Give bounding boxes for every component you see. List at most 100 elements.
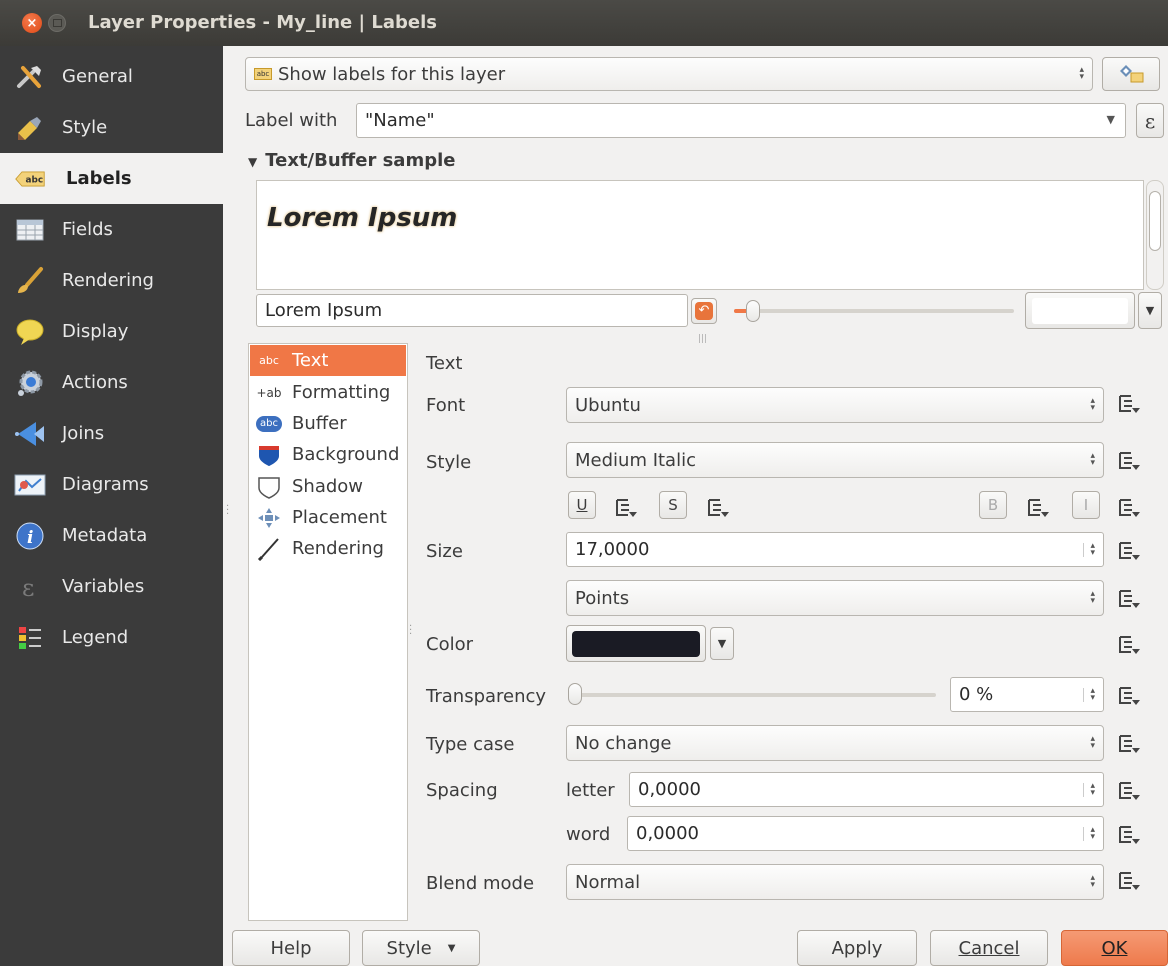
data-defined-override-icon[interactable]: [1026, 497, 1050, 519]
size-spinbox[interactable]: 17,0000 ▴ ▾: [566, 532, 1104, 567]
color-menu-button[interactable]: ▼: [1138, 292, 1162, 329]
data-defined-override-icon[interactable]: [1117, 634, 1141, 656]
style-menu-button[interactable]: Style ▼: [362, 930, 480, 966]
sidebar-item-diagrams[interactable]: Diagrams: [0, 459, 223, 510]
tab-text[interactable]: abc Text: [250, 345, 406, 376]
data-defined-override-icon[interactable]: [1117, 497, 1141, 519]
label-with-field[interactable]: "Name" ▼: [356, 103, 1126, 138]
bold-icon: B: [987, 496, 999, 514]
spin-arrows-icon[interactable]: ▴ ▾: [1083, 541, 1095, 557]
style-select[interactable]: Medium Italic ▴ ▾: [566, 442, 1104, 478]
slider-track: [734, 309, 1014, 313]
close-window-button[interactable]: ×: [22, 13, 42, 33]
splitter-grip[interactable]: |||: [698, 334, 707, 344]
sidebar-item-legend[interactable]: Legend: [0, 612, 223, 663]
blend-mode-label: Blend mode: [426, 873, 535, 894]
sample-text-input[interactable]: Lorem Ipsum: [256, 294, 688, 327]
size-unit-select[interactable]: Points ▴ ▾: [566, 580, 1104, 616]
data-defined-override-icon[interactable]: [1117, 540, 1141, 562]
sidebar-item-label: Actions: [62, 372, 128, 393]
data-defined-override-icon[interactable]: [1117, 450, 1141, 472]
sidebar-item-label: General: [62, 66, 133, 87]
letter-spacing-spinbox[interactable]: 0,0000 ▴ ▾: [629, 772, 1104, 807]
apply-button[interactable]: Apply: [797, 930, 917, 966]
sidebar-item-joins[interactable]: Joins: [0, 408, 223, 459]
combo-arrows-icon: ▴ ▾: [1090, 451, 1095, 468]
sidebar-item-general[interactable]: General: [0, 51, 223, 102]
italic-button[interactable]: I: [1072, 491, 1100, 519]
underline-button[interactable]: U: [568, 491, 596, 519]
transparency-slider[interactable]: [566, 681, 940, 709]
text-color-button[interactable]: [566, 625, 706, 662]
slider-handle[interactable]: [568, 683, 582, 705]
word-spacing-spinbox[interactable]: 0,0000 ▴ ▾: [627, 816, 1104, 851]
sample-preview-text: Lorem Ipsum: [267, 203, 458, 233]
data-defined-override-icon[interactable]: [1117, 780, 1141, 802]
undo-icon: ↶: [695, 302, 713, 320]
word-spacing-label: word: [566, 824, 611, 845]
transparency-spinbox[interactable]: 0 % ▴ ▾: [950, 677, 1104, 712]
background-color-button[interactable]: [1025, 292, 1135, 329]
sidebar-item-variables[interactable]: ε Variables: [0, 561, 223, 612]
data-defined-override-icon[interactable]: [1117, 685, 1141, 707]
data-defined-override-icon[interactable]: [614, 497, 638, 519]
rule-settings-button[interactable]: [1102, 57, 1160, 91]
title-bar: × Layer Properties - My_line | Labels: [0, 0, 1168, 46]
data-defined-override-icon[interactable]: [706, 497, 730, 519]
spin-arrows-icon[interactable]: ▴ ▾: [1083, 825, 1095, 841]
buffer-icon: abc: [256, 415, 282, 432]
slider-handle[interactable]: [746, 300, 760, 322]
transparency-value: 0 %: [959, 684, 994, 705]
ok-button[interactable]: OK: [1061, 930, 1168, 966]
sidebar-splitter-grip[interactable]: · · ·: [226, 502, 229, 520]
sidebar-item-rendering[interactable]: Rendering: [0, 255, 223, 306]
sample-scale-slider[interactable]: [730, 300, 1015, 322]
expression-button[interactable]: ε: [1136, 103, 1164, 138]
tab-shadow[interactable]: Shadow: [250, 471, 406, 502]
font-select[interactable]: Ubuntu ▴ ▾: [566, 387, 1104, 423]
minimize-window-button[interactable]: [48, 14, 66, 32]
sidebar-item-fields[interactable]: Fields: [0, 204, 223, 255]
help-button[interactable]: Help: [232, 930, 350, 966]
type-case-select[interactable]: No change ▴ ▾: [566, 725, 1104, 761]
help-label: Help: [270, 937, 312, 959]
sidebar-item-labels[interactable]: abc Labels: [0, 153, 223, 204]
bold-button[interactable]: B: [979, 491, 1007, 519]
blend-mode-select[interactable]: Normal ▴ ▾: [566, 864, 1104, 900]
sample-scrollbar[interactable]: [1146, 180, 1164, 290]
spin-arrows-icon[interactable]: ▴ ▾: [1083, 781, 1095, 797]
tab-background[interactable]: Background: [250, 439, 406, 470]
slider-track: [570, 693, 936, 697]
scrollbar-handle[interactable]: [1149, 191, 1161, 251]
sidebar-item-display[interactable]: Display: [0, 306, 223, 357]
sidebar-item-metadata[interactable]: i Metadata: [0, 510, 223, 561]
legend-icon: [14, 622, 46, 654]
sidebar-item-style[interactable]: Style: [0, 102, 223, 153]
label-mode-select[interactable]: abc Show labels for this layer ▴ ▾: [245, 57, 1093, 91]
data-defined-override-icon[interactable]: [1117, 588, 1141, 610]
sidebar-item-actions[interactable]: Actions: [0, 357, 223, 408]
tab-formatting[interactable]: +ab Formatting: [250, 377, 406, 408]
data-defined-override-icon[interactable]: [1117, 824, 1141, 846]
reset-sample-button[interactable]: ↶: [691, 298, 717, 324]
paintbrush-icon: [14, 112, 46, 144]
tab-placement[interactable]: Placement: [250, 502, 406, 533]
style-label: Style: [386, 937, 432, 959]
sidebar-item-label: Rendering: [62, 270, 154, 291]
panel-splitter-grip[interactable]: · · ·: [409, 622, 412, 640]
text-color-menu-button[interactable]: ▼: [710, 627, 734, 660]
cancel-button[interactable]: Cancel: [930, 930, 1048, 966]
tab-label: Shadow: [292, 476, 364, 497]
spacing-label: Spacing: [426, 780, 498, 801]
sample-section-toggle[interactable]: ▼ Text/Buffer sample: [248, 150, 455, 171]
data-defined-override-icon[interactable]: [1117, 393, 1141, 415]
letter-spacing-label: letter: [566, 780, 615, 801]
sidebar-item-label: Legend: [62, 627, 129, 648]
data-defined-override-icon[interactable]: [1117, 733, 1141, 755]
sidebar-item-label: Metadata: [62, 525, 148, 546]
data-defined-override-icon[interactable]: [1117, 870, 1141, 892]
strikeout-button[interactable]: S: [659, 491, 687, 519]
tab-buffer[interactable]: abc Buffer: [250, 408, 406, 439]
spin-arrows-icon[interactable]: ▴ ▾: [1083, 686, 1095, 702]
tab-rendering[interactable]: Rendering: [250, 533, 406, 564]
